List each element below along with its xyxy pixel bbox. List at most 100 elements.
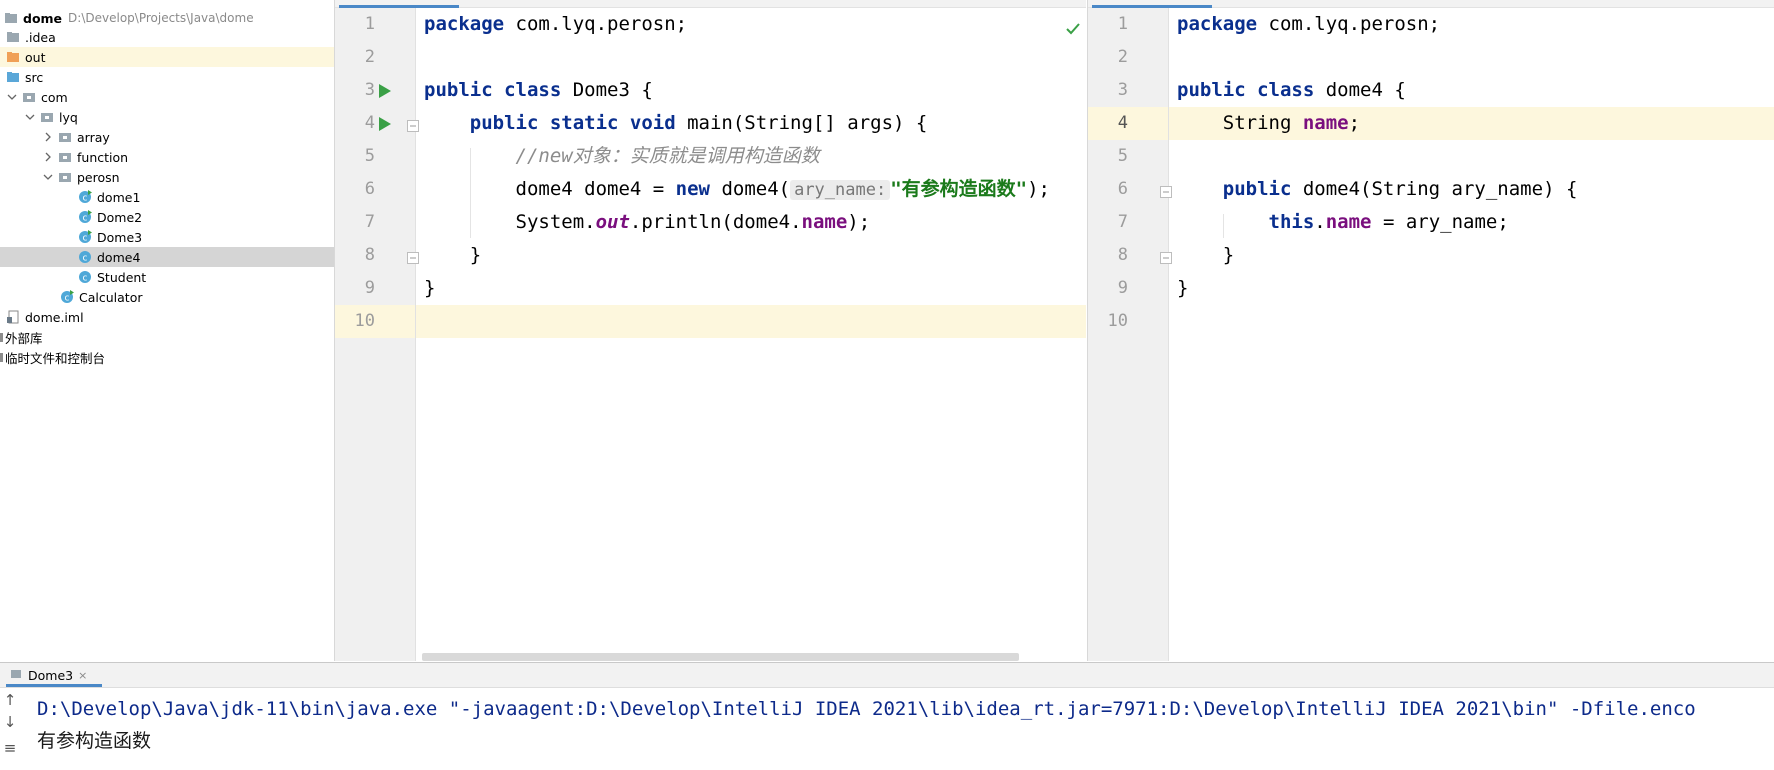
tree-item-dome3[interactable]: c Dome3 [0,227,334,247]
tree-item-perosn[interactable]: perosn [0,167,334,187]
tree-item-dome-iml[interactable]: dome.iml [0,307,334,327]
tree-item-out[interactable]: out [0,47,334,67]
svg-text:c: c [83,194,88,204]
tree-item-external-libraries[interactable]: 外部库 [0,327,334,347]
tree-item-label: 外部库 [5,330,43,346]
package-icon [40,110,54,124]
keyword: new [675,178,710,200]
keyword: public [1222,178,1292,200]
keyword: public static void [469,112,676,134]
tree-item-idea[interactable]: .idea [0,27,334,47]
runnable-class-icon: c [60,290,74,304]
editor-gutter[interactable]: 1 2 3 4 5 6 7 8 9 10 [335,8,419,661]
soft-wrap-icon[interactable]: ≡ [2,740,18,756]
code-line-7: System.out.println(dome4.name); [416,206,1086,239]
tree-item-com[interactable]: com [0,87,334,107]
tree-item-label: perosn [77,169,120,185]
tree-item-dome1[interactable]: c dome1 [0,187,334,207]
code-line-1: package com.lyq.perosn; [1169,8,1774,41]
tree-item-label: out [25,49,46,65]
console-output[interactable]: D:\Develop\Java\jdk-11\bin\java.exe "-ja… [37,693,1774,757]
keyword: this [1268,211,1315,233]
code-line-3: public class Dome3 { [416,74,1086,107]
line-number: 10 [354,311,375,331]
tree-item-calculator[interactable]: c Calculator [0,287,334,307]
tree-item-label: dome.iml [25,309,84,325]
parameter-hint: ary_name: [790,180,891,200]
line-number: 3 [364,80,375,100]
tree-item-label: Calculator [79,289,143,305]
line-number: 6 [1117,179,1128,199]
code-text: } [469,244,482,266]
line-number: 3 [1117,80,1128,100]
editor-gutter[interactable]: 1 2 3 4 5 6 7 8 9 10 [1088,8,1172,661]
tree-item-array[interactable]: array [0,127,334,147]
code-line-9: } [1169,272,1774,305]
module-file-icon [6,310,20,324]
close-icon[interactable]: × [78,669,87,682]
tree-item-label: array [77,129,110,145]
run-main-icon[interactable] [376,116,392,132]
horizontal-scrollbar[interactable] [422,653,1019,661]
tree-item-dome2[interactable]: c Dome2 [0,207,334,227]
tree-item-student[interactable]: c Student [0,267,334,287]
excluded-folder-icon [6,50,20,64]
tree-item-src[interactable]: src [0,67,334,87]
arrow-up-icon[interactable]: ↑ [2,692,18,708]
line-number-current: 4 [1088,107,1168,140]
editor-dome3[interactable]: 1 2 3 4 5 6 7 8 9 10 package com.lyq.per… [335,0,1086,661]
code-line-3: public class dome4 { [1169,74,1774,107]
chevron-down-icon[interactable] [24,111,36,123]
svg-text:c: c [83,234,88,244]
run-class-icon[interactable] [376,83,392,99]
tree-item-root[interactable]: dome D:\Develop\Projects\Java\dome [0,8,334,28]
chevron-down-icon[interactable] [42,171,54,183]
project-tool-window: dome D:\Develop\Projects\Java\dome .idea… [0,0,335,661]
package-icon [58,130,72,144]
tree-item-label: dome4 [97,249,141,265]
code-text: com.lyq.perosn; [504,13,688,35]
code-text: ); [1027,178,1050,200]
module-folder-icon [4,11,18,25]
run-config-icon [10,668,22,682]
run-tab-label: Dome3 [28,667,74,683]
package-icon [58,170,72,184]
string-literal: "有参构造函数" [890,178,1028,200]
code-line-4: public static void main(String[] args) { [416,107,1086,140]
tree-item-dome4[interactable]: c dome4 [0,247,334,267]
chevron-right-icon[interactable] [42,151,54,163]
tree-item-scratches[interactable]: 临时文件和控制台 [0,347,334,367]
line-number: 4 [1117,113,1128,133]
console-command-line: D:\Develop\Java\jdk-11\bin\java.exe "-ja… [37,698,1696,720]
code-area[interactable]: package com.lyq.perosn; public class dom… [1169,8,1774,661]
run-tool-window: Dome3 × ↑ ↓ ≡ D:\Develop\Java\jdk-11\bin… [0,662,1774,770]
code-line-10-current [416,305,1086,338]
code-text: } [1177,277,1189,299]
library-icon [0,330,5,344]
code-line-9: } [416,272,1086,305]
arrow-down-icon[interactable]: ↓ [2,714,18,730]
chevron-right-icon[interactable] [42,131,54,143]
code-text: ); [847,211,871,233]
class-icon: c [78,250,92,264]
code-text: = ary_name; [1371,211,1509,233]
code-area[interactable]: package com.lyq.perosn; public class Dom… [416,8,1086,661]
tree-item-label: dome [23,10,63,26]
line-number: 8 [1117,245,1128,265]
code-line-8: } [1169,239,1774,272]
code-line-6: public dome4(String ary_name) { [1169,173,1774,206]
keyword: public class [1177,79,1315,101]
code-text: String [1222,112,1303,134]
chevron-down-icon[interactable] [6,91,18,103]
line-number: 5 [364,146,375,166]
tree-item-lyq[interactable]: lyq [0,107,334,127]
line-number: 6 [364,179,375,199]
line-number: 4 [364,113,375,133]
inspection-ok-icon[interactable] [1066,20,1080,39]
code-text: System. [515,211,596,233]
code-line-5: //new对象：实质就是调用构造函数 [416,140,1086,173]
run-tab-strip: Dome3 × [0,663,1774,688]
runnable-class-icon: c [78,230,92,244]
editor-dome4[interactable]: 1 2 3 4 5 6 7 8 9 10 package com.lyq.per… [1087,0,1774,661]
tree-item-function[interactable]: function [0,147,334,167]
